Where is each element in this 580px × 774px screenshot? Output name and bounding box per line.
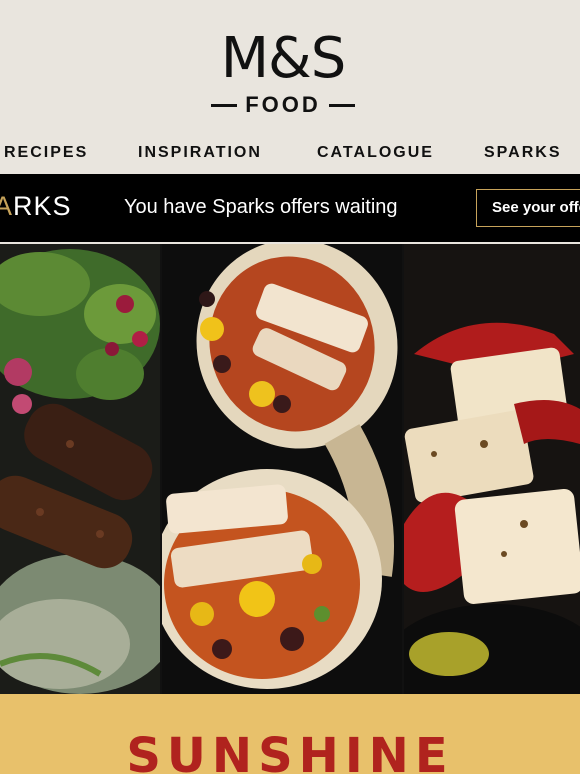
burrito-image[interactable]	[162, 244, 402, 694]
logo-brand: M&S	[220, 26, 347, 91]
main-nav: RECIPES INSPIRATION CATALOGUE SPARKS	[0, 140, 580, 168]
halloumi-peppers-image[interactable]	[404, 244, 580, 694]
kebab-salad-image[interactable]	[0, 244, 160, 694]
logo-dash-right	[328, 103, 355, 107]
sparks-logo-text: RKS	[13, 191, 72, 221]
see-offers-button[interactable]: See your offers	[476, 189, 580, 227]
nav-catalogue[interactable]: CATALOGUE	[317, 144, 434, 162]
header: M&S FOOD	[0, 0, 580, 132]
sparks-message: You have Sparks offers waiting	[124, 196, 398, 218]
logo-dash-left	[211, 103, 238, 107]
sparks-logo: ARKS	[0, 191, 72, 222]
sparks-bar: ARKS You have Sparks offers waiting See …	[0, 174, 580, 242]
logo-sub: FOOD	[208, 92, 358, 118]
hero-images[interactable]	[0, 244, 580, 694]
banner-title: SUNSHINE	[126, 728, 454, 774]
sparks-logo-glyph: A	[0, 191, 14, 221]
ms-food-logo[interactable]: M&S FOOD	[208, 28, 358, 124]
nav-recipes[interactable]: RECIPES	[4, 144, 88, 162]
logo-sub-label: FOOD	[245, 92, 321, 117]
promo-banner[interactable]: SUNSHINE	[0, 694, 580, 774]
nav-inspiration[interactable]: INSPIRATION	[138, 144, 262, 162]
nav-sparks[interactable]: SPARKS	[484, 144, 562, 162]
